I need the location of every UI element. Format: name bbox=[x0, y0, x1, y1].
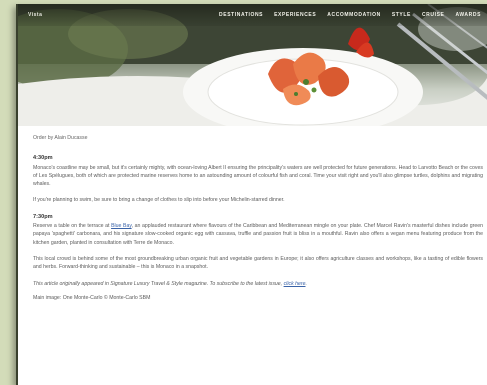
browser-frame: Vista DESTINATIONS EXPERIENCES ACCOMMODA… bbox=[16, 4, 487, 385]
paragraph: If you're planning to swim, be sure to b… bbox=[33, 197, 285, 204]
nav-accommodation[interactable]: ACCOMMODATION bbox=[327, 12, 381, 18]
section-time-430: 4:30pm bbox=[33, 155, 53, 162]
nav-style[interactable]: STYLE bbox=[392, 12, 411, 18]
subscription-note: This article originally appeared in Sign… bbox=[33, 280, 483, 288]
paragraph: Monaco's coastline may be small, but it'… bbox=[33, 164, 483, 188]
paragraph: Reserve a table on the terrace at Blue B… bbox=[33, 222, 483, 247]
section-time-730: 7:30pm bbox=[33, 213, 53, 220]
hero-image: Vista DESTINATIONS EXPERIENCES ACCOMMODA… bbox=[18, 4, 487, 126]
image-credit: Main image: One Monte-Carlo © Monte-Carl… bbox=[33, 294, 151, 301]
nav-awards[interactable]: AWARDS bbox=[455, 12, 481, 18]
paragraph: This local crowd is behind some of the m… bbox=[33, 255, 483, 271]
nav-cruise[interactable]: CRUISE bbox=[422, 12, 445, 18]
top-navigation: Vista DESTINATIONS EXPERIENCES ACCOMMODA… bbox=[18, 4, 487, 26]
nav-destinations[interactable]: DESTINATIONS bbox=[219, 12, 263, 18]
image-caption: Order by Alain Ducasse bbox=[33, 135, 88, 141]
nav-experiences[interactable]: EXPERIENCES bbox=[274, 12, 316, 18]
nav-links: DESTINATIONS EXPERIENCES ACCOMMODATION S… bbox=[219, 12, 481, 18]
article-body: Order by Alain Ducasse 4:30pm Monaco's c… bbox=[18, 126, 483, 302]
note-text-end: . bbox=[305, 280, 307, 287]
blue-bay-link[interactable]: Blue Bay bbox=[111, 223, 132, 229]
site-logo[interactable]: Vista bbox=[28, 12, 42, 18]
paragraph-text: Reserve a table on the terrace at bbox=[33, 223, 112, 230]
note-text: This article originally appeared in Sign… bbox=[33, 280, 284, 287]
subscribe-link[interactable]: click here bbox=[284, 281, 306, 287]
